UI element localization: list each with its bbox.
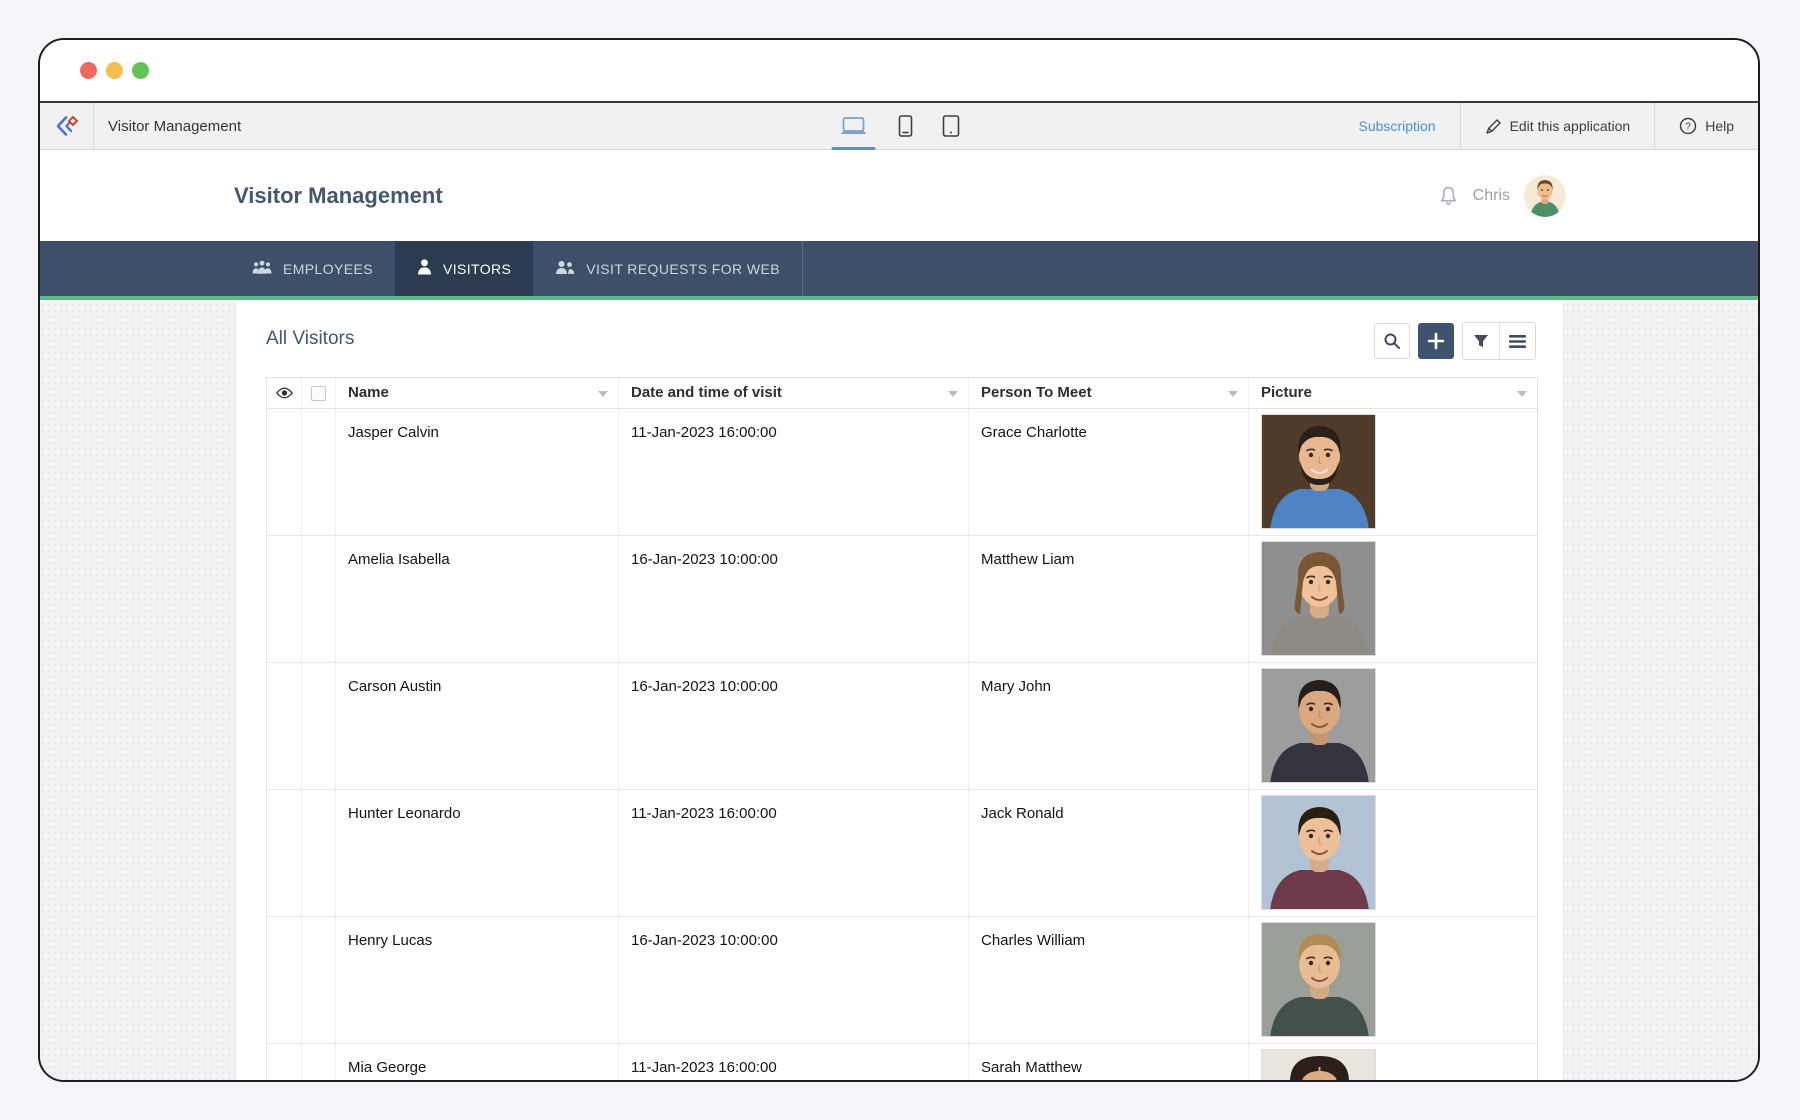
person-to-meet: Grace Charlotte	[969, 409, 1248, 441]
select-all-checkbox[interactable]	[311, 386, 326, 401]
table-row[interactable]: Amelia Isabella 16-Jan-2023 10:00:00 Mat…	[267, 536, 1537, 663]
menu-button[interactable]	[1499, 323, 1535, 359]
phone-preview-button[interactable]	[897, 103, 915, 149]
app-navbar: EMPLOYEES VISITORS VISIT REQUESTS FOR WE…	[40, 241, 1758, 296]
search-button[interactable]	[1374, 323, 1410, 359]
left-gutter	[40, 302, 235, 1080]
visit-datetime: 11-Jan-2023 16:00:00	[619, 790, 968, 822]
column-header-name[interactable]: Name	[336, 378, 619, 408]
user-avatar[interactable]	[1524, 175, 1566, 217]
person-to-meet: Matthew Liam	[969, 536, 1248, 568]
tablet-icon	[943, 115, 960, 137]
visit-datetime: 16-Jan-2023 10:00:00	[619, 536, 968, 568]
page-title: Visitor Management	[234, 183, 443, 209]
edit-application-button[interactable]: Edit this application	[1460, 103, 1655, 149]
pencil-icon	[1485, 118, 1502, 135]
visitor-person-icon	[417, 259, 432, 275]
view-title: All Visitors	[266, 328, 354, 350]
column-header-datetime[interactable]: Date and time of visit	[619, 378, 969, 408]
table-row[interactable]: Henry Lucas 16-Jan-2023 10:00:00 Charles…	[267, 917, 1537, 1044]
chevron-down-icon[interactable]	[598, 391, 608, 397]
visit-requests-people-icon	[555, 260, 575, 275]
visitor-name: Jasper Calvin	[336, 409, 618, 441]
visit-datetime: 11-Jan-2023 16:00:00	[619, 1044, 968, 1076]
accent-line	[40, 296, 1758, 300]
content-area: All Visitors	[40, 302, 1758, 1080]
search-icon	[1383, 332, 1401, 350]
help-label: Help	[1705, 118, 1734, 134]
column-header-picture[interactable]: Picture	[1249, 378, 1537, 408]
user-name: Chris	[1473, 187, 1510, 205]
table-row[interactable]: Mia George 11-Jan-2023 16:00:00 Sarah Ma…	[267, 1044, 1537, 1082]
visitor-name: Henry Lucas	[336, 917, 618, 949]
person-to-meet: Jack Ronald	[969, 790, 1248, 822]
table-row[interactable]: Jasper Calvin 11-Jan-2023 16:00:00 Grace…	[267, 409, 1537, 536]
visit-datetime: 16-Jan-2023 10:00:00	[619, 917, 968, 949]
help-button[interactable]: ? Help	[1654, 103, 1758, 149]
phone-icon	[899, 115, 913, 137]
view-panel: All Visitors	[235, 302, 1564, 1080]
tab-employees[interactable]: EMPLOYEES	[230, 241, 395, 296]
visitors-table: Name Date and time of visit Person To Me…	[266, 377, 1538, 1082]
visitor-name: Amelia Isabella	[336, 536, 618, 568]
application-header: Visitor Management Chris	[40, 150, 1758, 241]
svg-text:?: ?	[1685, 122, 1691, 133]
filter-menu-group	[1462, 322, 1536, 360]
subscription-label: Subscription	[1359, 118, 1436, 134]
tab-visitors[interactable]: VISITORS	[395, 241, 533, 296]
visitor-name: Carson Austin	[336, 663, 618, 695]
visitor-photo	[1261, 668, 1376, 783]
notifications-bell-icon[interactable]	[1438, 185, 1459, 207]
window-zoom-button[interactable]	[132, 62, 149, 79]
chevron-down-icon[interactable]	[1228, 391, 1238, 397]
subscription-link[interactable]: Subscription	[1335, 103, 1460, 149]
view-toolbar	[1374, 322, 1536, 360]
table-row[interactable]: Carson Austin 16-Jan-2023 10:00:00 Mary …	[267, 663, 1537, 790]
person-to-meet: Sarah Matthew	[969, 1044, 1248, 1076]
chevron-down-icon[interactable]	[948, 391, 958, 397]
plus-icon	[1427, 332, 1445, 350]
eye-icon	[276, 387, 293, 399]
toolbar-right-actions: Subscription Edit this application ? Hel…	[1335, 103, 1758, 149]
visitor-photo	[1261, 1049, 1376, 1082]
table-row[interactable]: Hunter Leonardo 11-Jan-2023 16:00:00 Jac…	[267, 790, 1537, 917]
select-all-header	[302, 378, 336, 408]
right-gutter	[1564, 302, 1758, 1080]
table-body: Jasper Calvin 11-Jan-2023 16:00:00 Grace…	[267, 409, 1537, 1082]
filter-button[interactable]	[1463, 323, 1499, 359]
funnel-icon	[1473, 334, 1489, 348]
add-record-button[interactable]	[1418, 323, 1454, 359]
laptop-preview-button[interactable]	[837, 103, 871, 149]
edit-application-label: Edit this application	[1510, 118, 1631, 134]
visit-datetime: 11-Jan-2023 16:00:00	[619, 409, 968, 441]
tablet-preview-button[interactable]	[941, 103, 962, 149]
window-titlebar	[40, 40, 1758, 101]
visit-datetime: 16-Jan-2023 10:00:00	[619, 663, 968, 695]
hamburger-icon	[1509, 335, 1526, 348]
person-to-meet: Charles William	[969, 917, 1248, 949]
column-header-person-to-meet[interactable]: Person To Meet	[969, 378, 1249, 408]
app-window: Visitor Management	[38, 38, 1760, 1082]
visitor-name: Mia George	[336, 1044, 618, 1076]
toolbar-app-name: Visitor Management	[108, 118, 241, 135]
laptop-icon	[839, 116, 869, 137]
column-visibility-header[interactable]	[267, 378, 302, 408]
creator-logo-icon[interactable]	[40, 103, 94, 149]
visitor-photo	[1261, 922, 1376, 1037]
device-preview-switcher	[837, 103, 962, 149]
window-minimize-button[interactable]	[106, 62, 123, 79]
window-close-button[interactable]	[80, 62, 97, 79]
visitor-photo	[1261, 795, 1376, 910]
tab-visit-requests-for-web[interactable]: VISIT REQUESTS FOR WEB	[533, 241, 803, 296]
person-to-meet: Mary John	[969, 663, 1248, 695]
chevron-down-icon[interactable]	[1517, 391, 1527, 397]
visitor-photo	[1261, 541, 1376, 656]
question-circle-icon: ?	[1679, 117, 1697, 135]
app-toolbar: Visitor Management	[40, 101, 1758, 150]
visitor-photo	[1261, 414, 1376, 529]
user-area: Chris	[1438, 175, 1566, 217]
visitor-name: Hunter Leonardo	[336, 790, 618, 822]
employees-group-icon	[252, 260, 272, 275]
table-header-row: Name Date and time of visit Person To Me…	[267, 378, 1537, 409]
